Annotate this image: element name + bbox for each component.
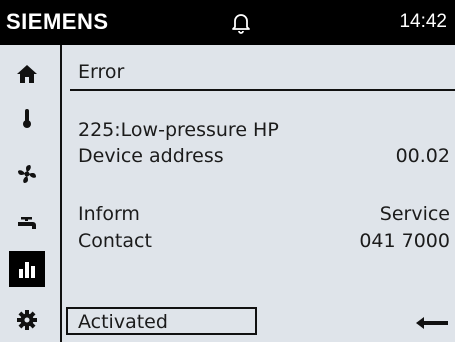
header-bar: SIEMENS 14:42	[0, 0, 455, 45]
sidebar	[0, 45, 60, 342]
contact-value: 041 7000	[359, 230, 450, 252]
inform-value: Service	[379, 203, 450, 225]
faucet-icon	[18, 217, 36, 229]
thermometer-icon	[23, 109, 31, 128]
sidebar-item-home[interactable]	[9, 56, 45, 92]
main-panel: Error 225:Low-pressure HP Device address…	[62, 45, 455, 342]
sidebar-item-fan[interactable]	[9, 156, 45, 192]
page-title: Error	[78, 61, 125, 83]
contact-label: Contact	[78, 230, 152, 252]
home-icon	[17, 65, 37, 83]
sidebar-item-water[interactable]	[9, 207, 45, 243]
device-address-label: Device address	[78, 145, 224, 167]
brand-logo: SIEMENS	[6, 9, 109, 34]
bell-icon[interactable]	[229, 11, 253, 35]
gear-icon	[17, 310, 37, 330]
device-address-value: 00.02	[395, 145, 450, 167]
sidebar-item-temperature[interactable]	[9, 100, 45, 136]
fan-icon	[18, 165, 36, 183]
title-divider	[70, 89, 455, 91]
sidebar-item-statistics[interactable]	[9, 251, 45, 287]
inform-label: Inform	[78, 203, 140, 225]
status-field[interactable]: Activated	[66, 307, 257, 335]
bar-chart-icon	[19, 262, 35, 278]
clock: 14:42	[399, 11, 447, 32]
sidebar-item-settings[interactable]	[9, 302, 45, 338]
error-code: 225:Low-pressure HP	[78, 119, 279, 141]
back-arrow-icon[interactable]	[415, 315, 449, 331]
status-value: Activated	[78, 311, 168, 333]
device-screen: SIEMENS 14:42 Error 225:Low-pressure HP …	[0, 0, 455, 342]
